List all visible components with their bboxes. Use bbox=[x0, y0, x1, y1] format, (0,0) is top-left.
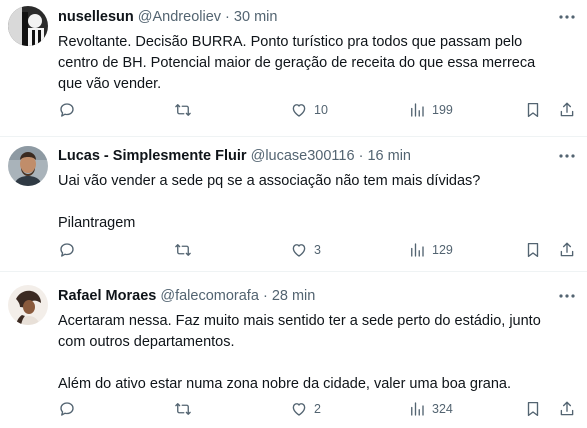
separator: · bbox=[358, 148, 364, 164]
like-count: 10 bbox=[314, 103, 328, 117]
author-handle[interactable]: @Andreoliev bbox=[138, 9, 221, 25]
tweet-text-line: centro de BH. Potencial maior de geração… bbox=[58, 55, 536, 71]
tweet-text-line: que vão vender. bbox=[58, 76, 162, 92]
share-icon bbox=[560, 401, 574, 416]
reply-icon bbox=[60, 103, 74, 117]
action-bar: 10 199 bbox=[58, 99, 578, 121]
retweet-button[interactable] bbox=[174, 239, 192, 261]
tweet-text: Uai vão vender a sede pq se a associação… bbox=[58, 171, 567, 234]
bookmark-button[interactable] bbox=[524, 99, 542, 121]
reply-icon bbox=[60, 243, 74, 257]
avatar[interactable] bbox=[8, 146, 48, 186]
more-icon[interactable] bbox=[557, 7, 577, 27]
view-count: 324 bbox=[432, 402, 453, 416]
bookmark-button[interactable] bbox=[524, 398, 542, 420]
like-count: 3 bbox=[314, 243, 321, 257]
author-name[interactable]: nusellesun bbox=[58, 9, 134, 25]
tweet-text-line: Uai vão vender a sede pq se a associação… bbox=[58, 173, 481, 189]
views-icon bbox=[411, 402, 424, 416]
tweet-header: nusellesun @Andreoliev · 30 min bbox=[58, 7, 559, 27]
views-button[interactable]: 129 bbox=[408, 239, 453, 261]
tweet[interactable]: Lucas - Simplesmente Fluir @lucase300116… bbox=[0, 137, 587, 272]
reply-button[interactable] bbox=[58, 99, 76, 121]
timestamp[interactable]: 28 min bbox=[272, 288, 316, 304]
bookmark-button[interactable] bbox=[524, 239, 542, 261]
separator: · bbox=[225, 9, 230, 25]
avatar[interactable] bbox=[8, 285, 48, 325]
bookmark-icon bbox=[527, 242, 539, 258]
bookmark-icon bbox=[527, 401, 539, 417]
reply-button[interactable] bbox=[58, 239, 76, 261]
timestamp[interactable]: 30 min bbox=[234, 9, 278, 25]
retweet-button[interactable] bbox=[174, 398, 192, 420]
reply-icon bbox=[60, 402, 74, 416]
tweet-header: Rafael Moraes @falecomorafa · 28 min bbox=[58, 286, 559, 306]
views-icon bbox=[411, 243, 424, 257]
like-count: 2 bbox=[314, 402, 321, 416]
like-button[interactable]: 10 bbox=[290, 99, 328, 121]
separator: · bbox=[262, 288, 268, 304]
tweet[interactable]: Rafael Moraes @falecomorafa · 28 min Ace… bbox=[0, 272, 587, 428]
retweet-icon bbox=[175, 244, 191, 256]
action-bar: 3 129 bbox=[58, 239, 578, 261]
views-icon bbox=[411, 103, 424, 117]
retweet-button[interactable] bbox=[174, 99, 192, 121]
more-icon[interactable] bbox=[557, 286, 577, 306]
more-icon[interactable] bbox=[557, 146, 577, 166]
tweet-text-line: Pilantragem bbox=[58, 215, 136, 231]
like-button[interactable]: 3 bbox=[290, 239, 321, 261]
tweet-header: Lucas - Simplesmente Fluir @lucase300116… bbox=[58, 146, 559, 166]
share-button[interactable] bbox=[558, 239, 576, 261]
tweet-text-line: Revoltante. Decisão BURRA. Ponto turísti… bbox=[58, 34, 523, 50]
like-button[interactable]: 2 bbox=[290, 398, 321, 420]
author-name[interactable]: Lucas - Simplesmente Fluir bbox=[58, 148, 247, 164]
like-icon bbox=[292, 104, 306, 117]
share-button[interactable] bbox=[558, 99, 576, 121]
view-count: 199 bbox=[432, 103, 453, 117]
like-icon bbox=[292, 244, 306, 257]
avatar[interactable] bbox=[8, 6, 48, 46]
author-name[interactable]: Rafael Moraes bbox=[58, 288, 156, 304]
like-icon bbox=[292, 403, 306, 416]
author-handle[interactable]: @lucase300116 bbox=[251, 148, 355, 164]
timestamp[interactable]: 16 min bbox=[367, 148, 411, 164]
tweet-text: Acertaram nessa. Faz muito mais sentido … bbox=[58, 311, 567, 395]
author-handle[interactable]: @falecomorafa bbox=[160, 288, 259, 304]
tweet-text-line: Além do ativo estar numa zona nobre da c… bbox=[58, 376, 511, 392]
view-count: 129 bbox=[432, 243, 453, 257]
share-icon bbox=[560, 242, 574, 257]
share-button[interactable] bbox=[558, 398, 576, 420]
views-button[interactable]: 324 bbox=[408, 398, 453, 420]
bookmark-icon bbox=[527, 102, 539, 118]
retweet-icon bbox=[175, 104, 191, 116]
tweet-text-line: com outros departamentos. bbox=[58, 334, 235, 350]
reply-button[interactable] bbox=[58, 398, 76, 420]
tweet-text-line: Acertaram nessa. Faz muito mais sentido … bbox=[58, 313, 541, 329]
action-bar: 2 324 bbox=[58, 398, 578, 420]
views-button[interactable]: 199 bbox=[408, 99, 453, 121]
tweet-text: Revoltante. Decisão BURRA. Ponto turísti… bbox=[58, 32, 567, 95]
share-icon bbox=[560, 102, 574, 117]
tweet[interactable]: nusellesun @Andreoliev · 30 min Revoltan… bbox=[0, 0, 587, 137]
retweet-icon bbox=[175, 403, 191, 415]
